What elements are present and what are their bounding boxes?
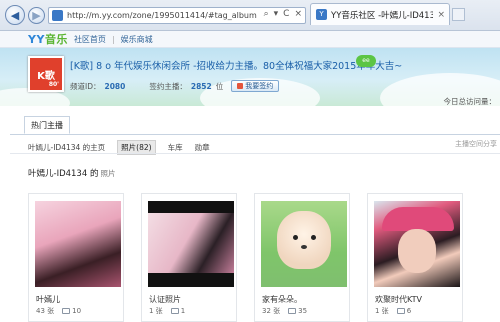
channel-title: [K歌] 8 o 年代娱乐休闲会所 -招收给力主播。80全体祝福大家2015年年… bbox=[70, 61, 403, 72]
album-stats: 43 张 10 bbox=[36, 306, 81, 316]
back-arrow-icon: ◀ bbox=[10, 8, 20, 22]
nav-community-home[interactable]: 社区首页 bbox=[74, 34, 106, 45]
comment-icon bbox=[288, 308, 297, 314]
address-url[interactable]: http://m.yy.com/zone/1995011414/#tag_alb… bbox=[67, 11, 257, 20]
nav-mall[interactable]: 娱乐商城 bbox=[121, 34, 153, 45]
refresh-icon[interactable]: C bbox=[283, 9, 289, 19]
comment-icon bbox=[170, 308, 179, 314]
comment-icon bbox=[396, 308, 405, 314]
site-nav: YY音乐 社区首页 | 娱乐商城 bbox=[0, 31, 500, 48]
search-icon[interactable]: ⌕ bbox=[264, 9, 269, 19]
album-cover-image[interactable] bbox=[374, 201, 460, 287]
emoticon-icon: ee bbox=[356, 55, 376, 67]
album-comments: 10 bbox=[62, 307, 81, 315]
album-stats: 1 张 1 bbox=[149, 306, 185, 316]
album-comments: 35 bbox=[288, 307, 307, 315]
comment-icon bbox=[62, 308, 71, 314]
new-tab-button[interactable] bbox=[452, 8, 465, 21]
album-card[interactable]: 家有朵朵。 32 张 35 bbox=[254, 193, 350, 322]
album-stats: 32 张 35 bbox=[262, 306, 307, 316]
site-favicon-icon bbox=[52, 10, 63, 21]
channel-banner: K歌 80' [K歌] 8 o 年代娱乐休闲会所 -招收给力主播。80全体祝福大… bbox=[0, 48, 500, 106]
channel-meta: 频道ID： 2080 签约主播： 2852 位 我要签约 bbox=[70, 80, 280, 92]
album-name[interactable]: 欢聚时代KTV bbox=[375, 294, 422, 305]
nav-separator: | bbox=[111, 34, 115, 44]
album-comments: 6 bbox=[396, 307, 411, 315]
album-card[interactable]: 欢聚时代KTV 1 张 6 bbox=[367, 193, 463, 322]
signed-label: 签约主播： bbox=[149, 81, 187, 91]
signed-count: 2852 bbox=[190, 81, 212, 91]
album-cover-image[interactable] bbox=[261, 201, 347, 287]
album-count: 1 张 bbox=[375, 307, 389, 315]
back-button[interactable]: ◀ bbox=[5, 5, 25, 25]
subnav-home[interactable]: 叶嫣儿-ID4134 的主页 bbox=[28, 142, 105, 153]
tab-title: YY音乐社区 -叶嫣儿-ID4134 bbox=[331, 10, 434, 21]
album-name[interactable]: 家有朵朵。 bbox=[262, 294, 302, 305]
signed-unit: 位 bbox=[215, 81, 224, 91]
album-stats: 1 张 6 bbox=[375, 306, 411, 316]
yy-music-logo[interactable]: YY音乐 bbox=[28, 31, 68, 47]
subnav-medals[interactable]: 勋章 bbox=[195, 142, 210, 153]
sign-icon bbox=[237, 83, 244, 89]
album-cover-image[interactable] bbox=[148, 201, 234, 287]
album-card[interactable]: 认证照片 1 张 1 bbox=[141, 193, 237, 322]
subnav-garage[interactable]: 车库 bbox=[168, 142, 183, 153]
subnav-divider bbox=[10, 153, 500, 154]
channel-id-label: 频道ID： bbox=[70, 81, 101, 91]
close-tab-icon[interactable]: × bbox=[437, 10, 445, 20]
section-title: 叶嫣儿-ID4134 的照片 bbox=[28, 169, 116, 179]
dropdown-icon[interactable]: ▾ bbox=[274, 9, 279, 19]
today-visits: 今日总访问量： bbox=[443, 97, 497, 106]
browser-tab[interactable]: Y YY音乐社区 -叶嫣儿-ID4134 × bbox=[310, 3, 450, 25]
stop-icon[interactable]: × bbox=[294, 9, 302, 19]
album-name[interactable]: 叶嫣儿 bbox=[36, 294, 60, 305]
channel-avatar[interactable]: K歌 80' bbox=[28, 56, 64, 92]
channel-id-value: 2080 bbox=[104, 81, 126, 91]
share-link[interactable]: 主播空间分享 bbox=[455, 139, 497, 149]
album-comments: 1 bbox=[170, 307, 185, 315]
tab-divider bbox=[10, 134, 500, 135]
album-count: 1 张 bbox=[149, 307, 163, 315]
browser-toolbar: ◀ ▶ http://m.yy.com/zone/1995011414/#tag… bbox=[0, 0, 500, 31]
forward-button[interactable]: ▶ bbox=[28, 7, 45, 24]
album-name[interactable]: 认证照片 bbox=[149, 294, 181, 305]
address-tools: ⌕ ▾ C × bbox=[264, 9, 302, 19]
album-cover-image[interactable] bbox=[35, 201, 121, 287]
forward-arrow-icon: ▶ bbox=[32, 9, 41, 22]
sign-up-button[interactable]: 我要签约 bbox=[231, 80, 280, 92]
album-card[interactable]: 叶嫣儿 43 张 10 bbox=[28, 193, 124, 322]
album-count: 43 张 bbox=[36, 307, 55, 315]
album-count: 32 张 bbox=[262, 307, 281, 315]
tab-favicon-icon: Y bbox=[316, 9, 327, 20]
tab-hot-anchors[interactable]: 热门主播 bbox=[24, 116, 70, 134]
address-bar[interactable]: http://m.yy.com/zone/1995011414/#tag_alb… bbox=[48, 7, 306, 24]
